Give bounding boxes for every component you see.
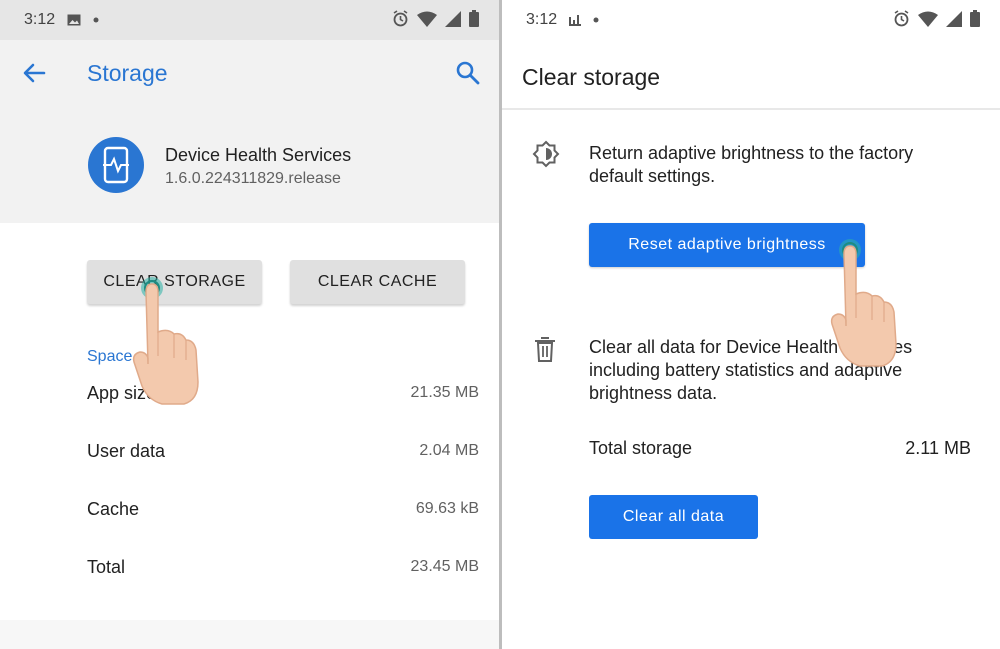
- clear-cache-button[interactable]: CLEAR CACHE: [290, 260, 465, 304]
- search-icon[interactable]: [455, 60, 481, 86]
- storage-screen: 3:12 Storage Device Health Services 1.6.…: [0, 0, 499, 649]
- bottom-edge: [0, 620, 499, 649]
- wifi-icon: [417, 11, 437, 27]
- trash-icon: [535, 337, 555, 362]
- row-label: Cache: [87, 498, 140, 519]
- page-title: Clear storage: [522, 64, 661, 90]
- reset-adaptive-brightness-button[interactable]: Reset adaptive brightness: [589, 223, 865, 267]
- app-header-area: [0, 40, 499, 223]
- image-icon: [67, 14, 81, 26]
- row-value: 21.35 MB: [410, 384, 479, 401]
- back-arrow-icon[interactable]: [20, 60, 50, 86]
- brightness-description: Return adaptive brightness to the factor…: [589, 143, 914, 186]
- wifi-icon: [918, 11, 938, 27]
- chart-icon: [569, 14, 582, 26]
- app-name: Device Health Services: [165, 145, 352, 165]
- row-label: User data: [87, 440, 166, 461]
- battery-icon: [469, 10, 479, 27]
- total-storage-label: Total storage: [589, 437, 693, 458]
- clear-data-description: Clear all data for Device Health Service…: [589, 337, 913, 403]
- app-icon: [88, 137, 144, 193]
- clear-storage-button[interactable]: CLEAR STORAGE: [87, 260, 262, 304]
- row-value: 23.45 MB: [410, 558, 479, 575]
- status-bar: 3:12: [0, 0, 499, 40]
- cache-row: Cache 69.63 kB: [87, 494, 479, 524]
- total-storage-row: Total storage 2.11 MB: [589, 436, 971, 460]
- brightness-icon: [532, 140, 560, 168]
- total-row: Total 23.45 MB: [87, 552, 479, 582]
- battery-icon: [970, 10, 980, 27]
- page-title: Storage: [87, 60, 168, 86]
- status-time: 3:12: [24, 11, 56, 28]
- clear-all-data-button[interactable]: Clear all data: [589, 495, 758, 539]
- status-bar: 3:12: [502, 0, 1000, 40]
- row-value: 2.04 MB: [419, 442, 479, 459]
- row-label: App size: [87, 382, 157, 403]
- user-data-row: User data 2.04 MB: [87, 436, 479, 466]
- signal-icon: [445, 10, 461, 27]
- signal-icon: [946, 10, 962, 27]
- status-time: 3:12: [526, 11, 558, 28]
- space-section-label: Space: [87, 348, 133, 365]
- row-value: 69.63 kB: [415, 500, 479, 517]
- app-version: 1.6.0.224311829.release: [165, 170, 341, 187]
- total-storage-value: 2.11 MB: [905, 437, 971, 458]
- clear-storage-screen: 3:12 Clear storage Return adaptive brigh…: [502, 0, 1000, 649]
- row-label: Total: [87, 556, 126, 577]
- header-divider: [502, 108, 1000, 110]
- alarm-icon: [893, 10, 910, 27]
- dot-icon: [593, 17, 599, 23]
- app-size-row: App size 21.35 MB: [87, 378, 479, 408]
- alarm-icon: [392, 10, 409, 27]
- dot-icon: [93, 17, 99, 23]
